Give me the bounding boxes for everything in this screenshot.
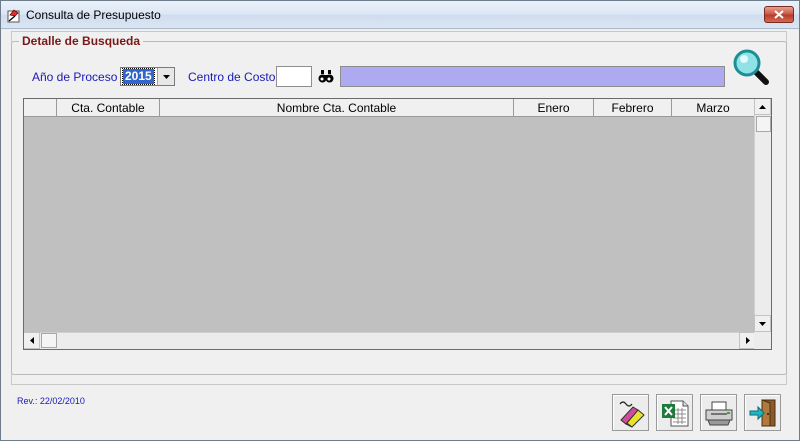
grid-header: Cta. Contable Nombre Cta. Contable Enero… <box>24 99 755 117</box>
scrollbar-corner <box>754 332 771 349</box>
column-header-january[interactable]: Enero <box>514 99 594 117</box>
year-label: Año de Proceso : <box>32 70 125 84</box>
scroll-down-button[interactable] <box>754 315 771 332</box>
clear-button[interactable] <box>612 394 649 431</box>
window-title: Consulta de Presupuesto <box>26 8 161 22</box>
column-header-selector[interactable] <box>24 99 57 117</box>
main-window: Consulta de Presupuesto Detalle de Busqu… <box>0 0 800 441</box>
search-button[interactable] <box>729 47 772 87</box>
exit-door-icon <box>749 398 775 426</box>
arrow-down-icon <box>759 321 766 326</box>
cost-center-description-field <box>340 66 725 87</box>
binoculars-icon <box>318 70 334 83</box>
print-button[interactable] <box>700 394 737 431</box>
column-header-account-name[interactable]: Nombre Cta. Contable <box>160 99 514 117</box>
vertical-scroll-thumb[interactable] <box>756 116 771 132</box>
group-legend: Detalle de Busqueda <box>19 34 144 48</box>
cost-center-label: Centro de Costo: <box>188 70 279 84</box>
arrow-left-icon <box>29 337 34 344</box>
horizontal-scroll-thumb[interactable] <box>41 333 57 348</box>
title-bar[interactable]: Consulta de Presupuesto <box>1 1 799 29</box>
budget-grid[interactable]: Cta. Contable Nombre Cta. Contable Enero… <box>23 98 772 350</box>
magnifier-icon <box>733 49 769 85</box>
eraser-icon <box>619 400 645 428</box>
excel-icon <box>661 400 688 426</box>
column-header-account[interactable]: Cta. Contable <box>57 99 160 117</box>
year-select[interactable]: 2015 <box>120 67 175 86</box>
budget-form-icon <box>6 7 22 23</box>
scroll-up-button[interactable] <box>754 99 771 115</box>
exit-button[interactable] <box>744 394 781 431</box>
year-value: 2015 <box>122 68 155 85</box>
cost-center-code-input[interactable] <box>276 66 312 87</box>
arrow-right-icon <box>745 337 750 344</box>
column-header-march[interactable]: Marzo <box>672 99 755 117</box>
column-header-february[interactable]: Febrero <box>594 99 672 117</box>
close-button[interactable] <box>764 6 794 23</box>
printer-icon <box>705 401 732 425</box>
arrow-up-icon <box>759 104 766 109</box>
close-icon <box>774 10 784 19</box>
cost-center-lookup-button[interactable] <box>315 66 337 87</box>
chevron-down-icon[interactable] <box>157 68 174 85</box>
revision-label: Rev.: 22/02/2010 <box>17 396 85 406</box>
vertical-scrollbar[interactable] <box>754 99 771 332</box>
horizontal-scrollbar[interactable] <box>24 332 756 349</box>
export-excel-button[interactable] <box>656 394 693 431</box>
scroll-left-button[interactable] <box>24 332 40 349</box>
